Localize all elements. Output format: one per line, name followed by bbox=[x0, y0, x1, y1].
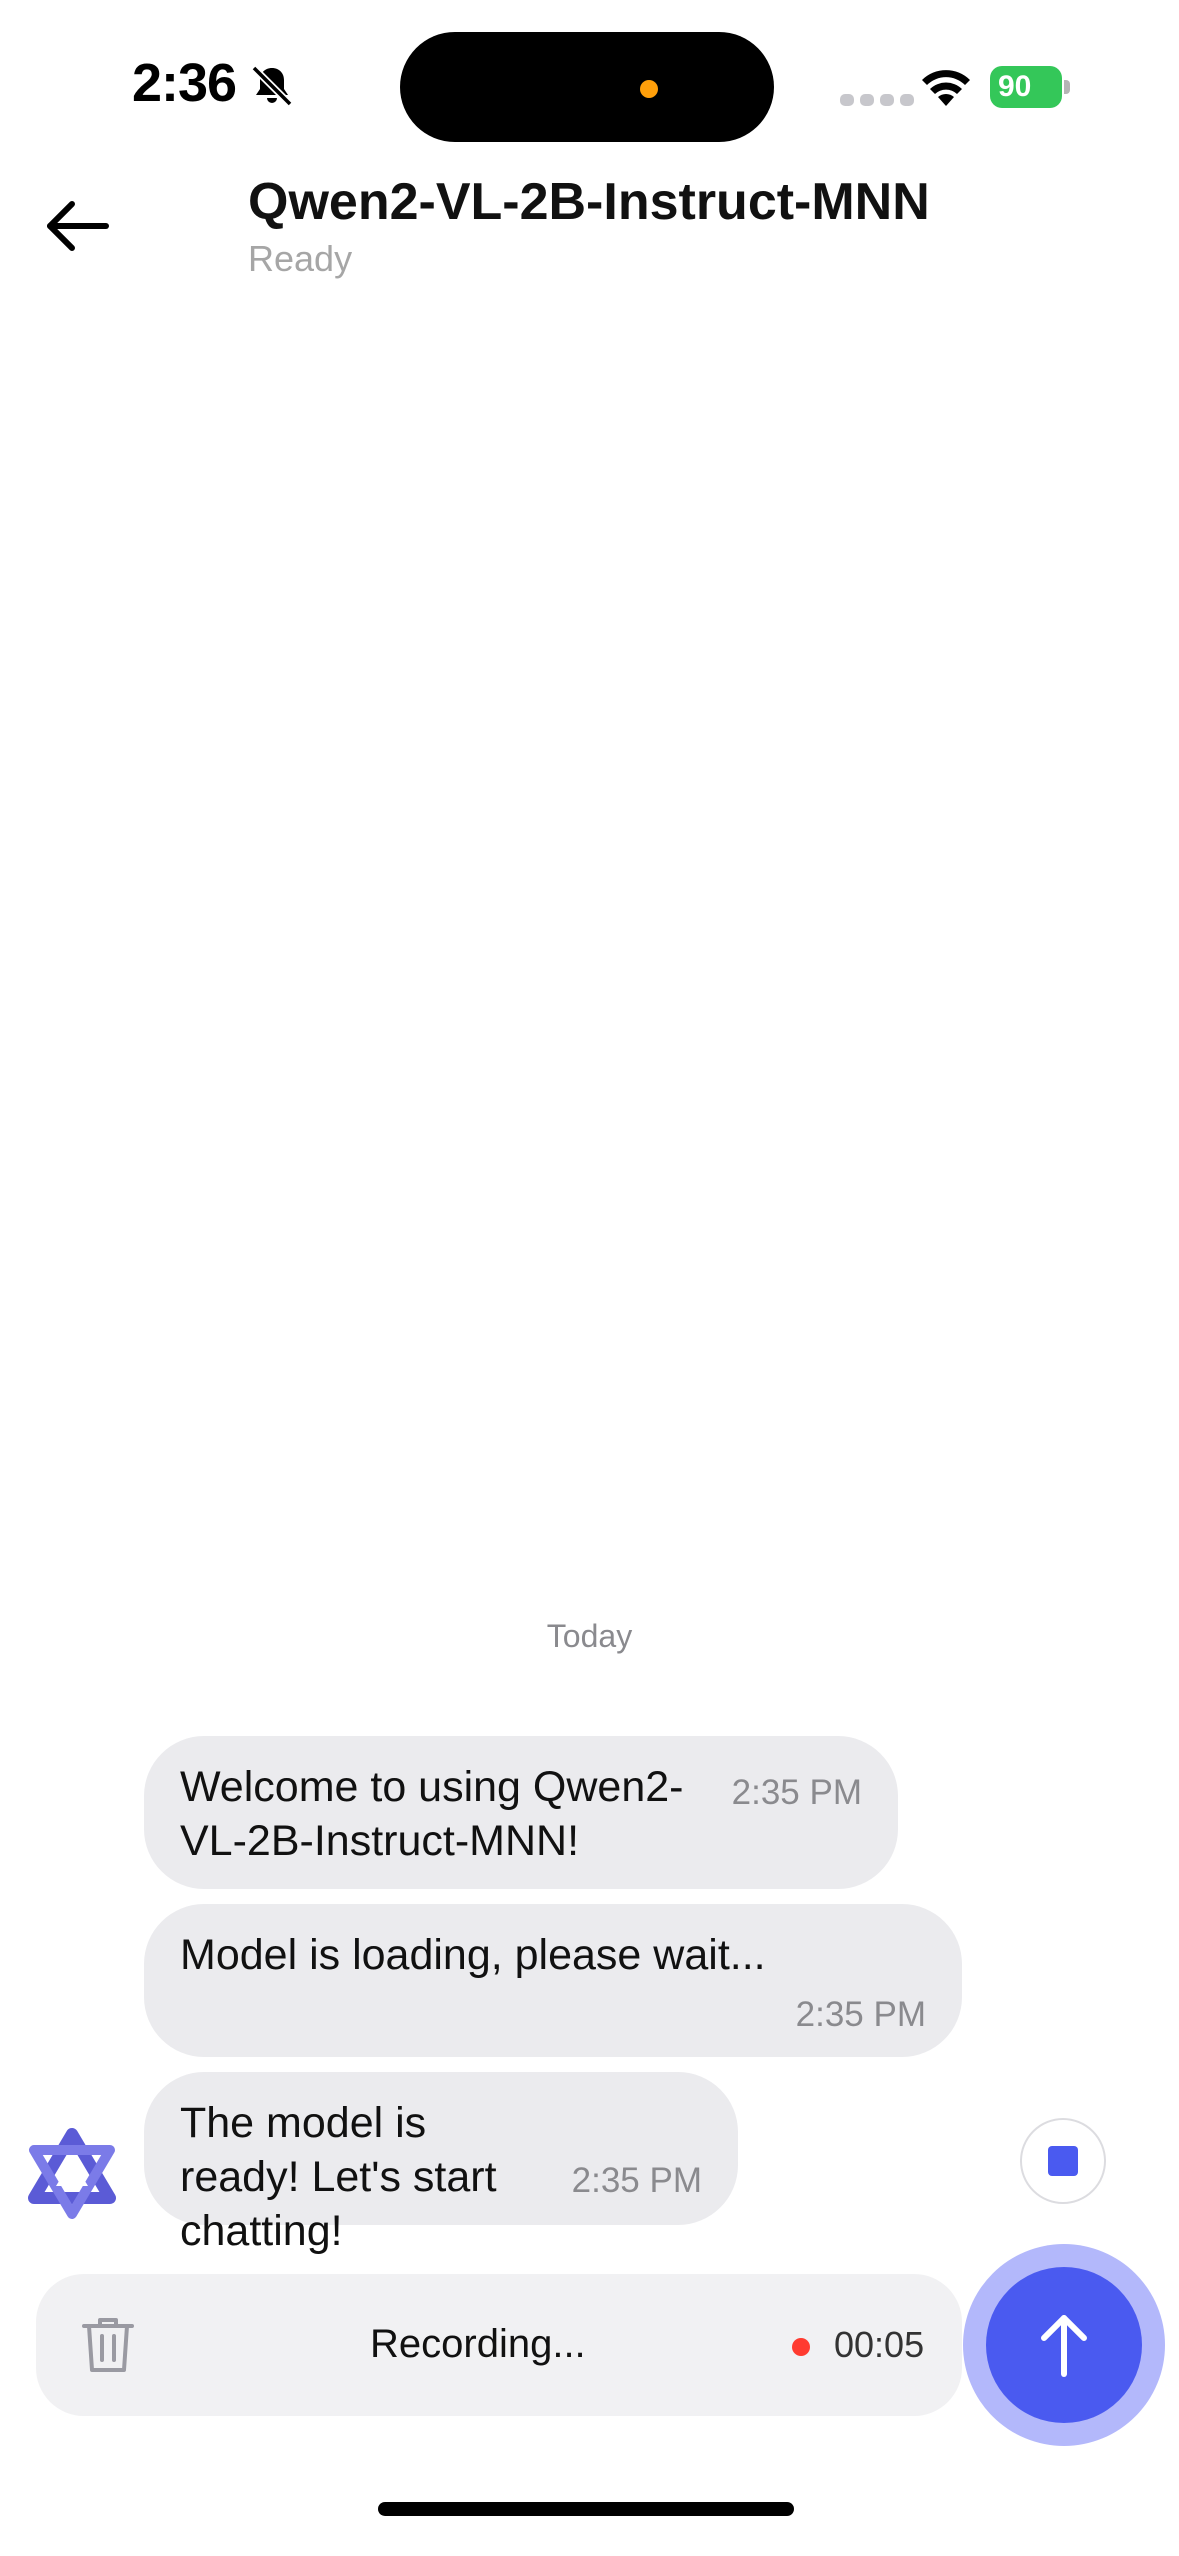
message-bubble: 2:35 PM The model is ready! Let's start … bbox=[144, 2072, 738, 2255]
cellular-signal-icon bbox=[840, 94, 914, 106]
model-status: Ready bbox=[248, 238, 353, 279]
recording-indicator bbox=[792, 2338, 810, 2356]
message-text: Welcome to using Qwen2-VL-2B-Instruct-MN… bbox=[180, 1763, 684, 1865]
arrow-left-icon[interactable] bbox=[42, 196, 112, 256]
home-indicator bbox=[378, 2502, 794, 2516]
message-time: 2:35 PM bbox=[571, 2161, 702, 2200]
qwen-logo-icon bbox=[28, 2128, 116, 2219]
wifi-icon bbox=[922, 70, 970, 106]
send-button[interactable] bbox=[986, 2267, 1142, 2423]
recording-label: Recording... bbox=[370, 2322, 586, 2366]
page-title: Qwen2-VL-2B-Instruct-MNN bbox=[248, 173, 930, 231]
trash-icon[interactable] bbox=[78, 2314, 138, 2376]
battery-charging-icon: 90 bbox=[990, 66, 1070, 108]
recording-timer: 00:05 bbox=[834, 2324, 925, 2365]
dynamic-island bbox=[400, 32, 774, 142]
message-bubble: Model is loading, please wait... 2:35 PM bbox=[144, 1904, 962, 2057]
stop-icon bbox=[1048, 2146, 1078, 2176]
privacy-indicator bbox=[640, 80, 658, 98]
message-time: 2:35 PM bbox=[795, 1995, 926, 2034]
message-time: 2:35 PM bbox=[731, 1773, 862, 1812]
date-separator: Today bbox=[546, 1618, 633, 1654]
message-text: The model is ready! Let's start chatting… bbox=[180, 2099, 497, 2255]
message-text: Model is loading, please wait... bbox=[180, 1931, 766, 1979]
bell-slash-icon bbox=[251, 65, 293, 107]
message-bubble: 2:35 PM Welcome to using Qwen2-VL-2B-Ins… bbox=[144, 1736, 898, 1889]
battery-tip bbox=[1064, 80, 1070, 94]
arrow-up-icon bbox=[1041, 2315, 1087, 2377]
status-time: 2:36 bbox=[132, 53, 237, 113]
battery-level: 90 bbox=[990, 66, 1062, 108]
stop-button[interactable] bbox=[1020, 2118, 1106, 2204]
